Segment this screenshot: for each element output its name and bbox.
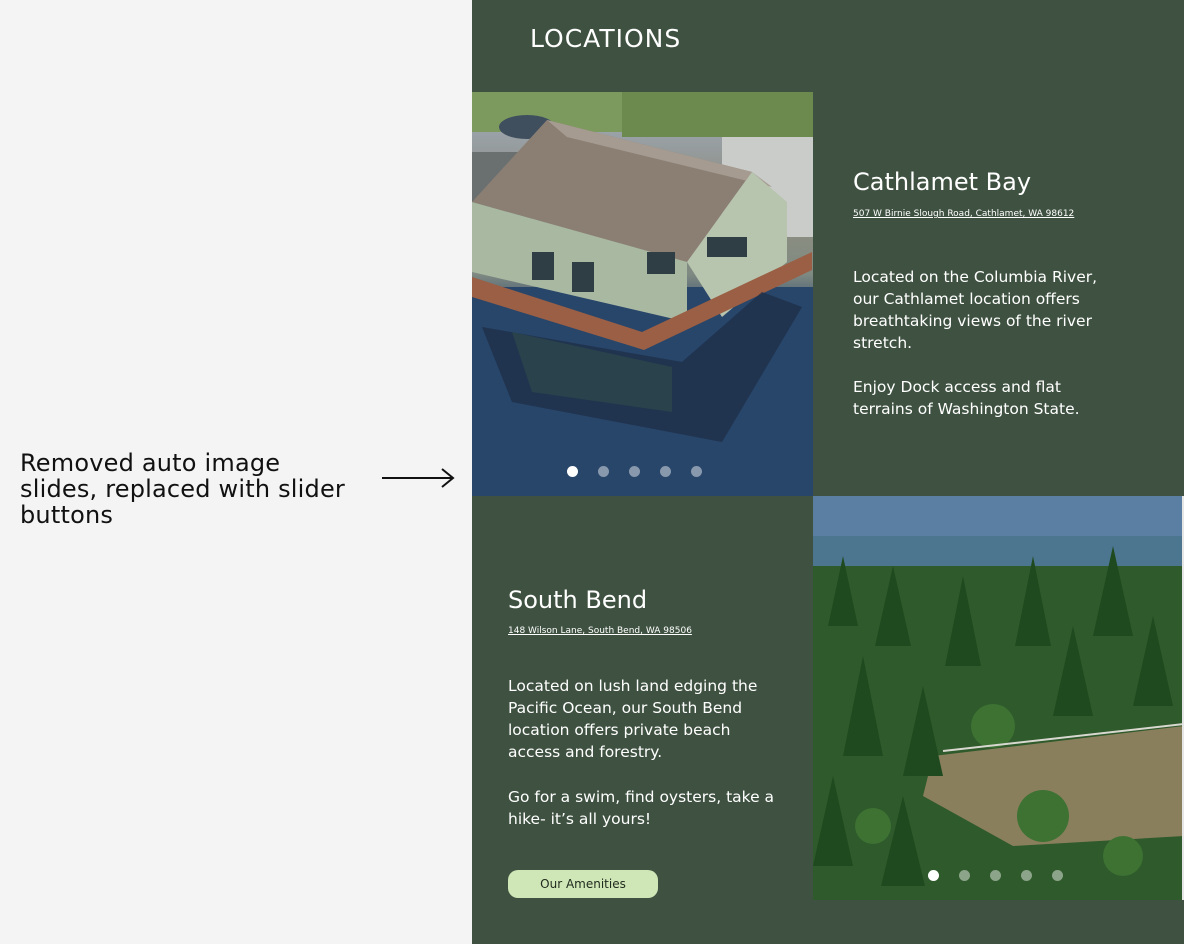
southbend-slider-dot-5[interactable] (1052, 870, 1063, 881)
forest-illustration (813, 496, 1184, 900)
cathlamet-title: Cathlamet Bay (853, 168, 1032, 196)
cathlamet-slider-dot-5[interactable] (691, 466, 702, 477)
cathlamet-description: Located on the Columbia River, our Cathl… (853, 268, 1098, 352)
our-amenities-button[interactable]: Our Amenities (508, 870, 658, 898)
locations-panel: LOCATIONS Cathlamet Bay 507 W Birnie Slo… (472, 0, 1184, 944)
southbend-description-2: Go for a swim, find oysters, take a hike… (508, 788, 775, 828)
southbend-description: Located on lush land edging the Pacific … (508, 677, 758, 761)
southbend-slider-dots (928, 870, 1063, 881)
houseboat-illustration (472, 92, 813, 496)
southbend-address-link[interactable]: 148 Wilson Lane, South Bend, WA 98506 (508, 626, 692, 636)
cathlamet-slider-dot-1[interactable] (567, 466, 578, 477)
cathlamet-slider-dot-3[interactable] (629, 466, 640, 477)
cathlamet-image[interactable] (472, 92, 813, 496)
southbend-slider-dot-3[interactable] (990, 870, 1001, 881)
annotation-note: Removed auto image slides, replaced with… (20, 449, 345, 529)
section-title: LOCATIONS (530, 24, 682, 53)
southbend-image[interactable] (813, 496, 1184, 900)
southbend-slider-dot-2[interactable] (959, 870, 970, 881)
cathlamet-slider-dot-2[interactable] (598, 466, 609, 477)
southbend-title: South Bend (508, 586, 648, 614)
cathlamet-slider-dots (567, 466, 702, 477)
arrow-right-icon (382, 468, 455, 488)
cathlamet-slider-dot-4[interactable] (660, 466, 671, 477)
southbend-slider-dot-1[interactable] (928, 870, 939, 881)
cathlamet-description-2: Enjoy Dock access and flat terrains of W… (853, 378, 1080, 418)
southbend-slider-dot-4[interactable] (1021, 870, 1032, 881)
cathlamet-address-link[interactable]: 507 W Birnie Slough Road, Cathlamet, WA … (853, 209, 1074, 219)
